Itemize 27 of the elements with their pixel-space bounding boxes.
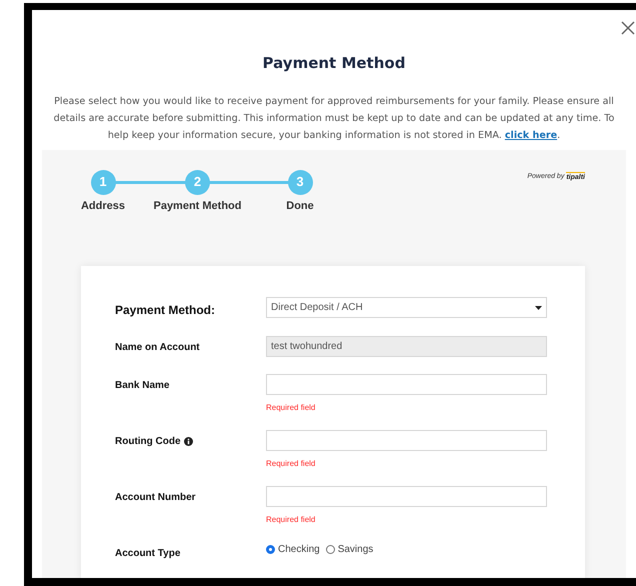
field-label: Account Number	[115, 491, 196, 505]
step-label: Payment Method	[153, 198, 242, 214]
field-label: Bank Name	[115, 379, 170, 393]
intro-text: Please select how you would like to receive payment for approved reimbursements for your family. Please ensure all details are accurate before submitting. This information must be kept up to date and can be updated at any time. To help keep your information secure, your banking information is not stored in EMA. click here.	[52, 94, 616, 142]
field-label: Name on Account	[115, 341, 200, 355]
click-here-link[interactable]: click here	[504, 130, 558, 140]
dropdown[interactable]: Direct Deposit / ACH	[266, 297, 547, 318]
field-label: Account Type	[115, 547, 180, 561]
caret-icon	[535, 306, 542, 310]
error-message: Required field	[266, 515, 316, 525]
dialog-title: Payment Method	[262, 53, 406, 74]
input-field[interactable]	[266, 374, 547, 395]
close-button[interactable]	[620, 20, 636, 36]
field-label: Payment Method:	[115, 302, 216, 319]
dropdown-value: Direct Deposit / ACH	[271, 301, 363, 315]
step-label: Address	[80, 198, 126, 214]
error-message: Required field	[266, 403, 316, 413]
period-text: .	[557, 130, 560, 140]
error-message: Required field	[266, 459, 316, 469]
input-field[interactable]	[266, 430, 547, 451]
close-icon	[621, 21, 635, 35]
input-field[interactable]	[266, 486, 547, 507]
radio-option[interactable]: Checking	[266, 542, 320, 557]
step-label: Done	[286, 198, 314, 214]
field-label: Routing Code	[115, 435, 181, 449]
input-field[interactable]: test twohundred	[266, 336, 547, 357]
radio-option[interactable]: Savings	[326, 542, 374, 557]
